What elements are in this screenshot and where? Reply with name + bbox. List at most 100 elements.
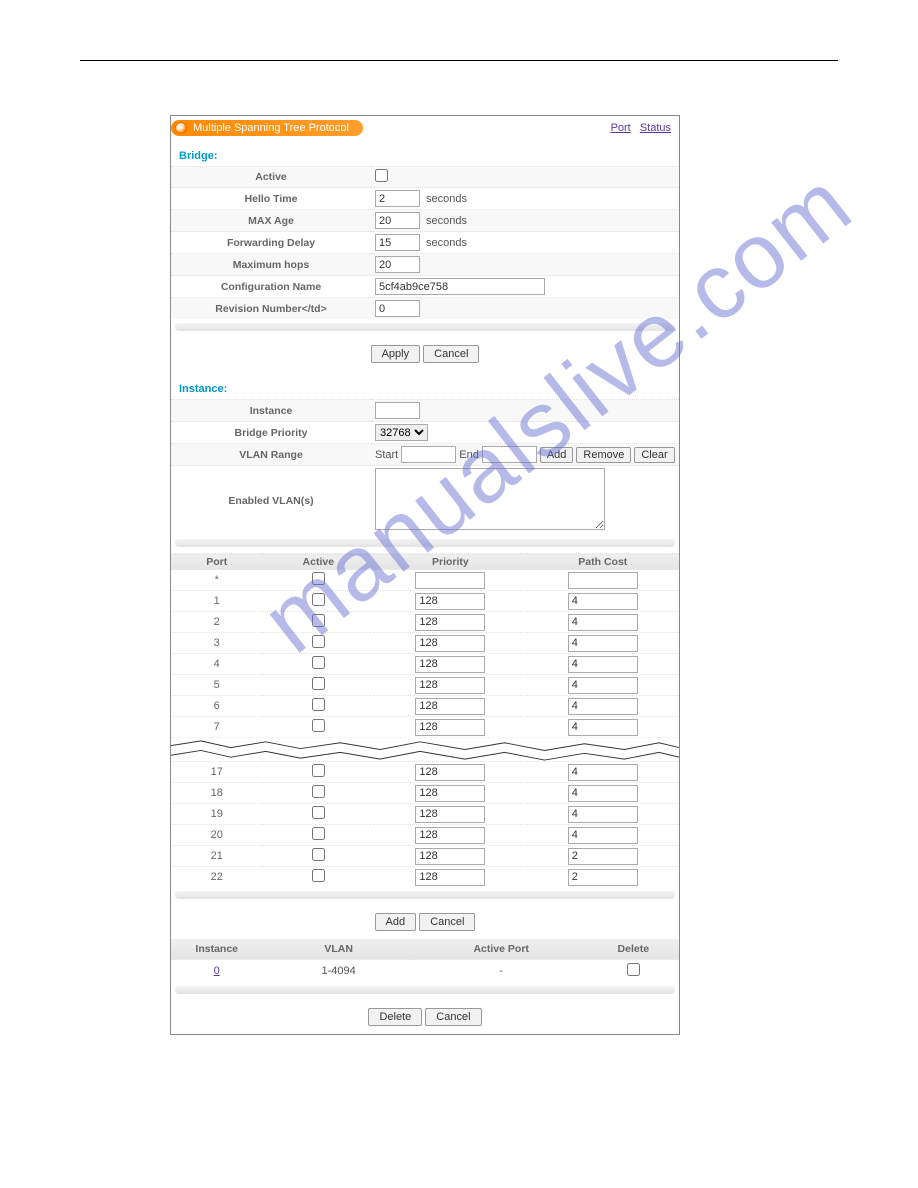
label-bridge-priority: Bridge Priority [171,422,371,444]
vlan-start-label: Start [375,449,398,461]
port-pathcost-input[interactable] [568,806,638,823]
label-enabled-vlans: Enabled VLAN(s) [171,466,371,536]
port-pathcost-input[interactable] [568,719,638,736]
port-active-checkbox[interactable] [312,656,325,669]
label-max-age: MAX Age [171,210,371,232]
port-priority-input[interactable] [415,848,485,865]
config-name-input[interactable] [375,278,545,295]
link-port[interactable]: Port [611,122,631,134]
page-title: Multiple Spanning Tree Protocol [193,122,349,134]
cancel-button-1[interactable]: Cancel [423,345,479,363]
bridge-active-checkbox[interactable] [375,169,388,182]
port-priority-input[interactable] [415,869,485,886]
port-number: 7 [171,717,262,738]
port-pathcost-input[interactable] [568,869,638,886]
col-instance: Instance [195,943,238,955]
col-path-cost: Path Cost [578,556,627,568]
nav-links: Port Status [605,122,671,134]
port-priority-input[interactable] [415,572,485,589]
vlan-start-input[interactable] [401,446,456,463]
fwd-delay-input[interactable] [375,234,420,251]
vlan-clear-button[interactable]: Clear [634,447,674,463]
instance-input[interactable] [375,402,420,419]
port-priority-input[interactable] [415,827,485,844]
port-active-checkbox[interactable] [312,869,325,882]
port-active-checkbox[interactable] [312,806,325,819]
port-pathcost-input[interactable] [568,656,638,673]
port-number: * [171,570,262,591]
add-button[interactable]: Add [375,913,417,931]
port-row: 6 [171,696,679,717]
summary-vlan: 1-4094 [262,960,414,983]
bridge-priority-select[interactable]: 32768 [375,424,428,441]
summary-row: 0 1-4094 - [171,960,679,983]
port-priority-input[interactable] [415,656,485,673]
vlan-end-label: End [459,449,479,461]
port-pathcost-input[interactable] [568,677,638,694]
port-active-checkbox[interactable] [312,635,325,648]
port-pathcost-input[interactable] [568,785,638,802]
port-pathcost-input[interactable] [568,698,638,715]
port-pathcost-input[interactable] [568,848,638,865]
cancel-button-3[interactable]: Cancel [425,1008,481,1026]
port-active-checkbox[interactable] [312,848,325,861]
port-priority-input[interactable] [415,698,485,715]
title-pill: Multiple Spanning Tree Protocol [171,120,363,136]
cancel-button-2[interactable]: Cancel [419,913,475,931]
summary-header: Instance VLAN Active Port Delete [171,939,679,960]
port-active-checkbox[interactable] [312,677,325,690]
port-priority-input[interactable] [415,593,485,610]
port-priority-input[interactable] [415,719,485,736]
globe-icon [175,122,187,134]
port-priority-input[interactable] [415,677,485,694]
label-instance: Instance [171,400,371,422]
apply-button[interactable]: Apply [371,345,421,363]
max-age-input[interactable] [375,212,420,229]
port-pathcost-input[interactable] [568,764,638,781]
vlan-end-input[interactable] [482,446,537,463]
port-priority-input[interactable] [415,764,485,781]
hello-time-input[interactable] [375,190,420,207]
vlan-add-button[interactable]: Add [540,447,574,463]
enabled-vlans-textarea[interactable] [375,468,605,530]
delete-button[interactable]: Delete [368,1008,422,1026]
port-pathcost-input[interactable] [568,827,638,844]
port-priority-input[interactable] [415,785,485,802]
divider-1 [175,323,675,331]
divider-3 [175,891,675,899]
summary-delete-checkbox[interactable] [627,963,640,976]
port-row: 22 [171,867,679,888]
bridge-table: Active Hello Time seconds MAX Age second… [171,166,679,319]
fwd-units: seconds [426,237,467,249]
port-number: 3 [171,633,262,654]
instance-link[interactable]: 0 [214,965,220,977]
port-priority-input[interactable] [415,614,485,631]
port-number: 21 [171,846,262,867]
label-active: Active [171,167,371,188]
port-active-checkbox[interactable] [312,614,325,627]
revision-input[interactable] [375,300,420,317]
vlan-remove-button[interactable]: Remove [576,447,631,463]
port-active-checkbox[interactable] [312,698,325,711]
col-active-port: Active Port [473,943,528,955]
max-hops-input[interactable] [375,256,420,273]
port-priority-input[interactable] [415,635,485,652]
port-pathcost-input[interactable] [568,572,638,589]
link-status[interactable]: Status [640,122,671,134]
port-row: 20 [171,825,679,846]
port-pathcost-input[interactable] [568,635,638,652]
port-active-checkbox[interactable] [312,785,325,798]
label-config-name: Configuration Name [171,276,371,298]
port-active-checkbox[interactable] [312,593,325,606]
label-hello-time: Hello Time [171,188,371,210]
port-active-checkbox[interactable] [312,827,325,840]
port-priority-input[interactable] [415,806,485,823]
port-pathcost-input[interactable] [568,614,638,631]
section-bridge: Bridge: [171,138,679,166]
port-row: 19 [171,804,679,825]
port-pathcost-input[interactable] [568,593,638,610]
col-port: Port [206,556,227,568]
port-active-checkbox[interactable] [312,572,325,585]
port-active-checkbox[interactable] [312,764,325,777]
port-active-checkbox[interactable] [312,719,325,732]
